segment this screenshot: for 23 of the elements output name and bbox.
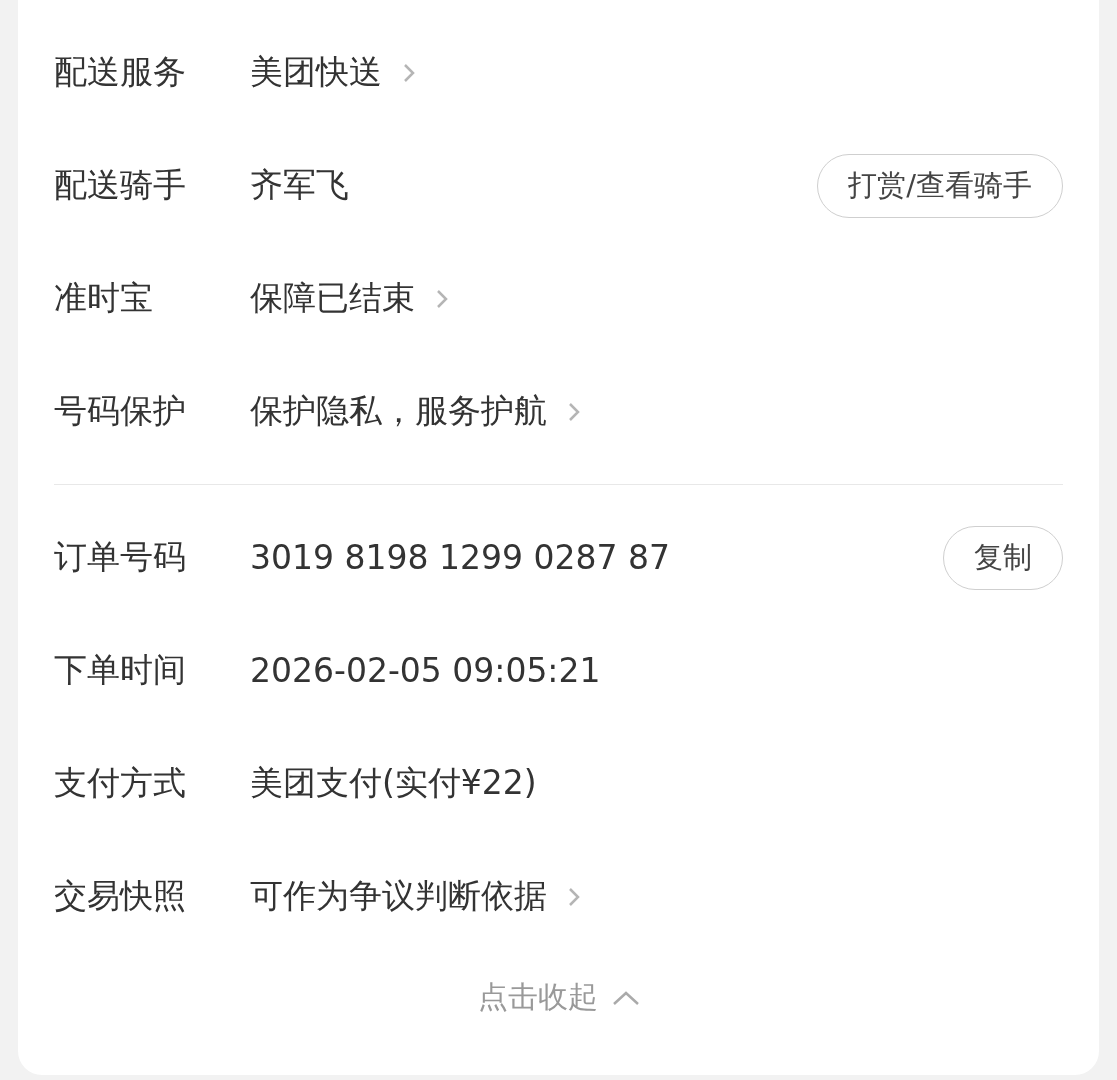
action-button[interactable]: 复制: [943, 525, 1063, 590]
field-label: 支付方式: [54, 762, 187, 804]
chevron-right-icon: [402, 61, 416, 84]
field-value[interactable]: 保障已结束: [250, 276, 415, 321]
field-label: 订单号码: [54, 536, 187, 578]
chevron-right-icon: [435, 287, 449, 310]
field-value[interactable]: 美团快送: [250, 50, 382, 95]
field-label: 配送服务: [54, 51, 187, 93]
field-value: 3019 8198 1299 0287 87: [250, 538, 670, 577]
field-label: 下单时间: [54, 649, 187, 691]
field-label: 交易快照: [54, 875, 187, 917]
chevron-up-icon: [611, 989, 640, 1006]
field-label: 配送骑手: [54, 164, 187, 206]
field-value: 2026-02-05 09:05:21: [250, 651, 601, 690]
field-value[interactable]: 可作为争议判断依据: [250, 874, 547, 919]
chevron-right-icon: [567, 400, 581, 423]
field-label: 号码保护: [54, 390, 187, 432]
field-label: 准时宝: [54, 277, 154, 319]
action-button[interactable]: 打赏/查看骑手: [817, 153, 1063, 218]
chevron-right-icon: [567, 885, 581, 908]
field-value: 齐军飞: [250, 164, 349, 206]
field-value[interactable]: 保护隐私，服务护航: [250, 389, 547, 434]
field-value: 美团支付(实付¥22): [250, 762, 537, 804]
